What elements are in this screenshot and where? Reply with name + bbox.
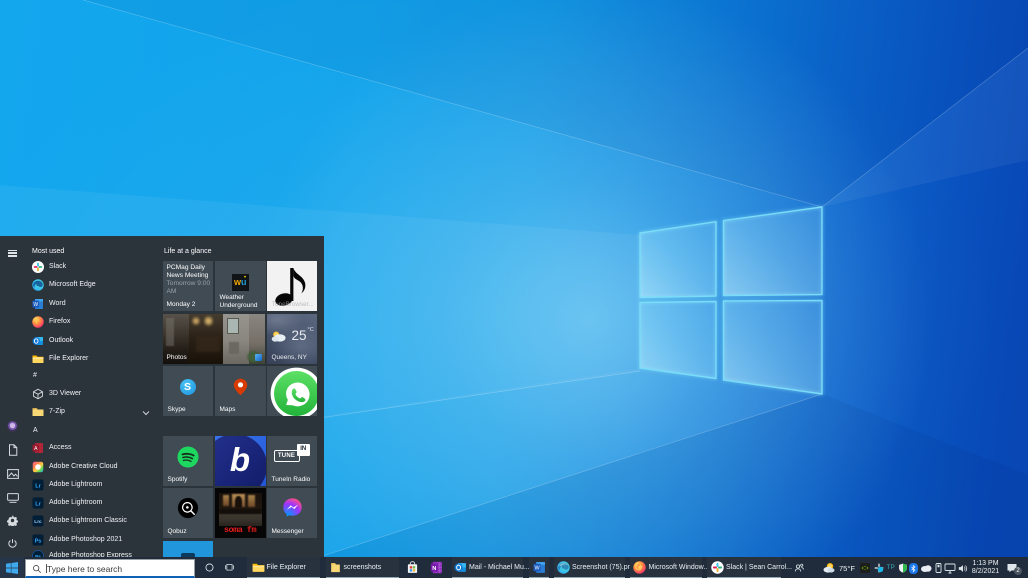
svg-text:Lr: Lr bbox=[35, 502, 41, 508]
svg-text:Ps: Ps bbox=[35, 538, 42, 544]
svg-text:N: N bbox=[432, 566, 436, 572]
svg-text:Lrc: Lrc bbox=[34, 519, 42, 525]
svg-text:W: W bbox=[33, 302, 38, 308]
svg-text:Lr: Lr bbox=[35, 483, 41, 489]
svg-text:W: W bbox=[534, 566, 540, 572]
